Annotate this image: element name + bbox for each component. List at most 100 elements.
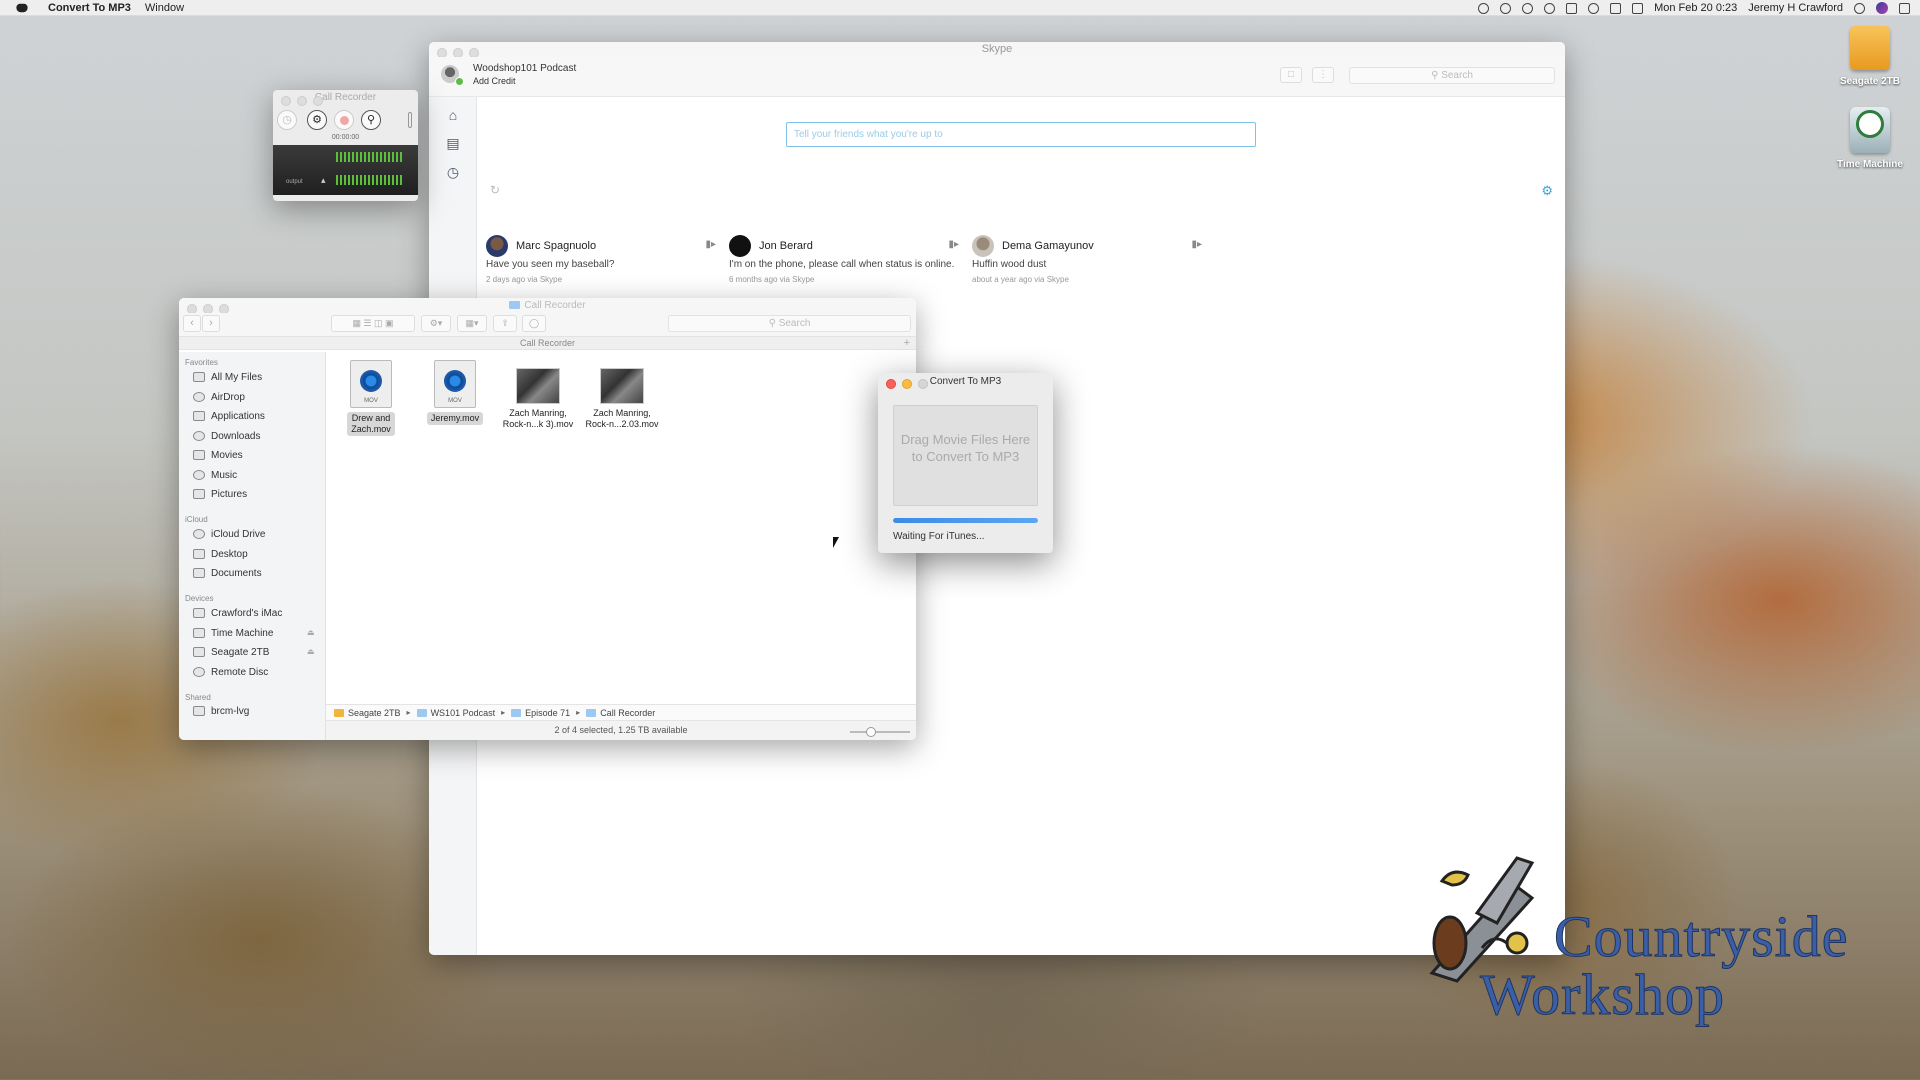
close-button[interactable]: [886, 379, 896, 389]
movie-drop-zone[interactable]: Drag Movie Files Here to Convert To MP3: [893, 405, 1038, 506]
conversion-status: Waiting For iTunes...: [893, 531, 985, 542]
online-status-icon: [455, 77, 464, 86]
skype-search-input[interactable]: ⚲ Search: [1349, 67, 1555, 84]
add-tab-button[interactable]: +: [904, 337, 910, 350]
sidebar-item-shared-brcm[interactable]: brcm-lvg: [193, 704, 249, 718]
path-episode[interactable]: Episode 71: [525, 708, 570, 718]
finder-window: Call Recorder ‹ › ▦ ☰ ◫ ▣ ⚙▾ ▦▾ ⇧ ◯ ⚲ Se…: [179, 298, 916, 740]
dialpad-icon[interactable]: ⋮: [1312, 67, 1334, 83]
recent-icon[interactable]: ◷: [445, 164, 461, 180]
file-item-zach-manring-1[interactable]: Zach Manring, Rock-n...k 3).mov: [498, 360, 578, 430]
call-recorder-window: Call Recorder ◷ ⚙ ⚲ 00:00:00 ▴ output: [273, 90, 418, 201]
sidebar-item-all-my-files[interactable]: All My Files: [193, 370, 262, 384]
path-seagate[interactable]: Seagate 2TB: [348, 708, 401, 718]
home-icon[interactable]: ⌂: [445, 107, 461, 123]
forward-button[interactable]: ›: [202, 315, 220, 332]
sidebar-item-desktop[interactable]: Desktop: [193, 547, 248, 561]
convert-to-mp3-window: Convert To MP3 Drag Movie Files Here to C…: [878, 373, 1053, 553]
sidebar-item-imac[interactable]: Crawford's iMac: [193, 606, 282, 620]
sidebar-item-seagate[interactable]: Seagate 2TB: [193, 645, 269, 659]
sidebar-item-remote-disc[interactable]: Remote Disc: [193, 665, 268, 679]
back-button[interactable]: ‹: [183, 315, 201, 332]
folder-icon: [416, 708, 427, 717]
sidebar-item-music[interactable]: Music: [193, 468, 237, 482]
sidebar-item-applications[interactable]: Applications: [193, 409, 265, 423]
history-icon[interactable]: ◷: [277, 110, 297, 130]
zoom-button[interactable]: [313, 96, 323, 106]
apple-menu-icon[interactable]: [16, 3, 28, 12]
wifi-status-icon[interactable]: [1588, 2, 1600, 14]
file-item-zach-manring-2[interactable]: Zach Manring, Rock-n...2.03.mov: [582, 360, 662, 430]
view-mode-buttons[interactable]: ▦ ☰ ◫ ▣: [331, 315, 415, 332]
menu-user[interactable]: Jeremy H Crawford: [1748, 2, 1843, 14]
eject-icon[interactable]: ⏏: [307, 628, 315, 637]
video-thumbnail: [516, 368, 560, 404]
path-ws101[interactable]: WS101 Podcast: [431, 708, 496, 718]
eject-icon[interactable]: ⏏: [307, 647, 315, 656]
chevron-right-icon: ▸: [576, 708, 581, 717]
profile-name[interactable]: Woodshop101 Podcast: [473, 63, 576, 74]
minimize-button[interactable]: [297, 96, 307, 106]
sync-status-icon[interactable]: [1522, 2, 1534, 14]
pictures-icon: [193, 489, 205, 499]
file-item-drew-and-zach[interactable]: MOV Drew and Zach.mov: [331, 360, 411, 436]
video-call-icon[interactable]: ▮▸: [1191, 239, 1202, 250]
sidebar-section-devices: Devices: [185, 594, 214, 603]
tags-button[interactable]: ◯: [522, 315, 546, 332]
zoom-button[interactable]: [918, 379, 928, 389]
sidebar-item-time-machine[interactable]: Time Machine: [193, 626, 273, 640]
sidebar-item-airdrop[interactable]: AirDrop: [193, 390, 245, 404]
menu-window[interactable]: Window: [145, 2, 184, 14]
sidebar-section-icloud: iCloud: [185, 515, 208, 524]
path-call-recorder[interactable]: Call Recorder: [600, 708, 655, 718]
file-name: Drew and Zach.mov: [347, 412, 395, 436]
desktop-icon-seagate[interactable]: Seagate 2TB: [1815, 26, 1920, 87]
documents-icon: [193, 568, 205, 578]
contact-name: Marc Spagnuolo: [516, 240, 597, 252]
conversion-progress-bar: [893, 518, 1038, 523]
desktop-icon: [193, 549, 205, 559]
disk-icon: [193, 647, 205, 657]
display-status-icon[interactable]: [1632, 2, 1644, 14]
siri-icon[interactable]: [1876, 2, 1888, 14]
share-button[interactable]: ⇧: [493, 315, 517, 332]
finder-search-input[interactable]: ⚲ Search: [668, 315, 911, 332]
gear-icon[interactable]: ⚙: [1541, 183, 1553, 199]
sidebar-item-downloads[interactable]: Downloads: [193, 429, 260, 443]
desktop-icon-time-machine[interactable]: Time Machine: [1815, 107, 1920, 170]
record-status-icon[interactable]: [1478, 2, 1490, 14]
video-call-icon[interactable]: ▮▸: [705, 239, 716, 250]
check-status-icon[interactable]: [1500, 2, 1512, 14]
video-call-icon[interactable]: ▮▸: [948, 239, 959, 250]
finder-title: Call Recorder: [179, 298, 916, 313]
arrange-button[interactable]: ▦▾: [457, 315, 487, 332]
icon-size-slider[interactable]: [850, 727, 910, 737]
spotlight-icon[interactable]: [1854, 2, 1865, 14]
add-credit-link[interactable]: Add Credit: [473, 76, 516, 86]
new-conversation-icon[interactable]: □: [1280, 67, 1302, 83]
close-button[interactable]: [281, 96, 291, 106]
record-button[interactable]: [334, 110, 354, 130]
action-gear-button[interactable]: ⚙▾: [421, 315, 451, 332]
mood-message-input[interactable]: Tell your friends what you're up to: [786, 122, 1256, 147]
input-level-bars: [336, 152, 404, 162]
gear-icon[interactable]: ⚙: [307, 110, 327, 130]
menu-clock[interactable]: Mon Feb 20 0:23: [1654, 2, 1737, 14]
airplay-status-icon[interactable]: [1610, 2, 1622, 14]
menu-app-name[interactable]: Convert To MP3: [48, 2, 131, 14]
cloud-icon: [193, 529, 205, 539]
file-item-jeremy[interactable]: MOV Jeremy.mov: [415, 360, 495, 425]
output-level-bars: [336, 175, 404, 185]
sidebar-item-documents[interactable]: Documents: [193, 566, 262, 580]
time-machine-status-icon[interactable]: [1544, 2, 1556, 14]
contacts-icon[interactable]: ▤: [445, 135, 461, 151]
sidebar-item-movies[interactable]: Movies: [193, 448, 243, 462]
sidebar-item-pictures[interactable]: Pictures: [193, 487, 247, 501]
minimize-button[interactable]: [902, 379, 912, 389]
notification-center-icon[interactable]: [1899, 2, 1910, 14]
drag-handle-icon[interactable]: [408, 112, 412, 128]
refresh-icon[interactable]: ↻: [490, 183, 500, 197]
bluetooth-status-icon[interactable]: [1566, 2, 1578, 14]
sidebar-item-icloud-drive[interactable]: iCloud Drive: [193, 527, 265, 541]
search-icon[interactable]: ⚲: [361, 110, 381, 130]
